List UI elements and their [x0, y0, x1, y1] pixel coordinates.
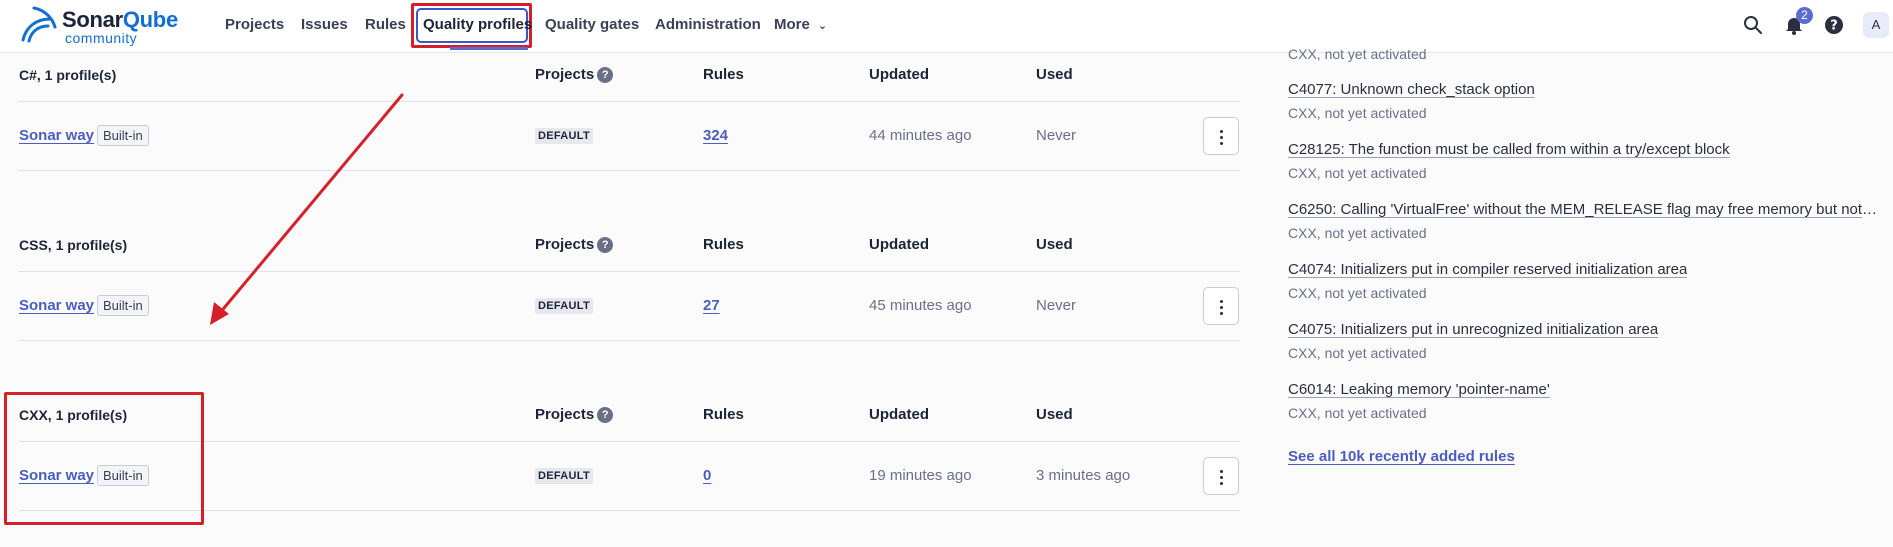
profile-link-csharp-sonar-way[interactable]: Sonar way — [19, 127, 94, 144]
divider — [18, 170, 1240, 171]
column-used: Used — [1036, 66, 1073, 83]
rule-language-status: CXX, not yet activated — [1288, 345, 1427, 361]
divider — [18, 101, 1240, 102]
default-tag: DEFAULT — [535, 128, 594, 144]
nav-quality-profiles[interactable]: Quality profiles — [423, 16, 532, 33]
column-rules: Rules — [703, 66, 744, 83]
recent-rule-link[interactable]: C28125: The function must be called from… — [1288, 141, 1730, 158]
nav-projects[interactable]: Projects — [225, 16, 284, 33]
recent-rule-link[interactable]: C4075: Initializers put in unrecognized … — [1288, 321, 1658, 338]
recent-rule-link[interactable]: C4077: Unknown check_stack option — [1288, 81, 1535, 98]
updated-value: 19 minutes ago — [869, 467, 972, 484]
chevron-down-icon: ⌄ — [817, 20, 828, 32]
see-all-recent-rules-link[interactable]: See all 10k recently added rules — [1288, 448, 1515, 465]
default-tag: DEFAULT — [535, 468, 594, 484]
rule-language-status: CXX, not yet activated — [1288, 165, 1427, 181]
help-icon[interactable]: ? — [597, 237, 614, 253]
nav-more-label: More — [774, 16, 810, 33]
column-projects: Projects? — [535, 406, 614, 423]
rules-count-link[interactable]: 27 — [703, 297, 720, 314]
nav-administration[interactable]: Administration — [655, 16, 761, 33]
column-projects: Projects? — [535, 66, 614, 83]
annotation-highlight-cxx-section — [4, 392, 204, 525]
column-updated: Updated — [869, 66, 929, 83]
column-rules: Rules — [703, 236, 744, 253]
sonarqube-waves-icon — [21, 6, 57, 43]
updated-value: 45 minutes ago — [869, 297, 972, 314]
help-icon[interactable]: ? — [1823, 14, 1845, 36]
nav-quality-gates[interactable]: Quality gates — [545, 16, 639, 33]
column-projects: Projects? — [535, 236, 614, 253]
notification-badge: 2 — [1796, 7, 1813, 24]
profile-actions-button[interactable] — [1203, 457, 1239, 495]
profile-link-css-sonar-way[interactable]: Sonar way — [19, 297, 94, 314]
used-value: Never — [1036, 127, 1077, 144]
built-in-badge: Built-in — [97, 295, 149, 316]
default-tag: DEFAULT — [535, 298, 594, 314]
section-title-csharp: C#, 1 profile(s) — [19, 67, 117, 83]
profile-actions-button[interactable] — [1203, 117, 1239, 155]
rule-language-status: CXX, not yet activated — [1288, 46, 1427, 62]
help-icon[interactable]: ? — [597, 407, 614, 423]
rule-language-status: CXX, not yet activated — [1288, 405, 1427, 421]
user-avatar[interactable]: A — [1863, 12, 1889, 38]
recent-rule-link[interactable]: C6250: Calling 'VirtualFree' without the… — [1288, 201, 1878, 218]
profile-actions-button[interactable] — [1203, 287, 1239, 325]
section-title-css: CSS, 1 profile(s) — [19, 237, 128, 253]
used-value: 3 minutes ago — [1036, 467, 1131, 484]
updated-value: 44 minutes ago — [869, 127, 972, 144]
active-tab-underline — [450, 47, 528, 50]
recent-rule-link[interactable]: C4074: Initializers put in compiler rese… — [1288, 261, 1687, 278]
divider — [18, 340, 1240, 341]
rule-language-status: CXX, not yet activated — [1288, 105, 1427, 121]
nav-issues[interactable]: Issues — [301, 16, 348, 33]
rules-count-link[interactable]: 0 — [703, 467, 711, 484]
recent-rule-link[interactable]: C6014: Leaking memory 'pointer-name' — [1288, 381, 1550, 398]
search-icon[interactable] — [1742, 14, 1764, 36]
top-navigation-bar: SonarQube community Projects Issues Rule… — [0, 0, 1893, 53]
column-updated: Updated — [869, 236, 929, 253]
column-updated: Updated — [869, 406, 929, 423]
rules-count-link[interactable]: 324 — [703, 127, 728, 144]
column-rules: Rules — [703, 406, 744, 423]
sonarqube-logo[interactable]: SonarQube community — [20, 5, 190, 46]
nav-rules[interactable]: Rules — [365, 16, 406, 33]
rule-language-status: CXX, not yet activated — [1288, 225, 1427, 241]
built-in-badge: Built-in — [97, 125, 149, 146]
divider — [18, 271, 1240, 272]
svg-text:?: ? — [1830, 19, 1838, 34]
used-value: Never — [1036, 297, 1077, 314]
logo-edition: community — [65, 30, 138, 46]
column-used: Used — [1036, 406, 1073, 423]
nav-more[interactable]: More ⌄ — [774, 16, 827, 33]
help-icon[interactable]: ? — [597, 67, 614, 83]
rule-language-status: CXX, not yet activated — [1288, 285, 1427, 301]
column-used: Used — [1036, 236, 1073, 253]
